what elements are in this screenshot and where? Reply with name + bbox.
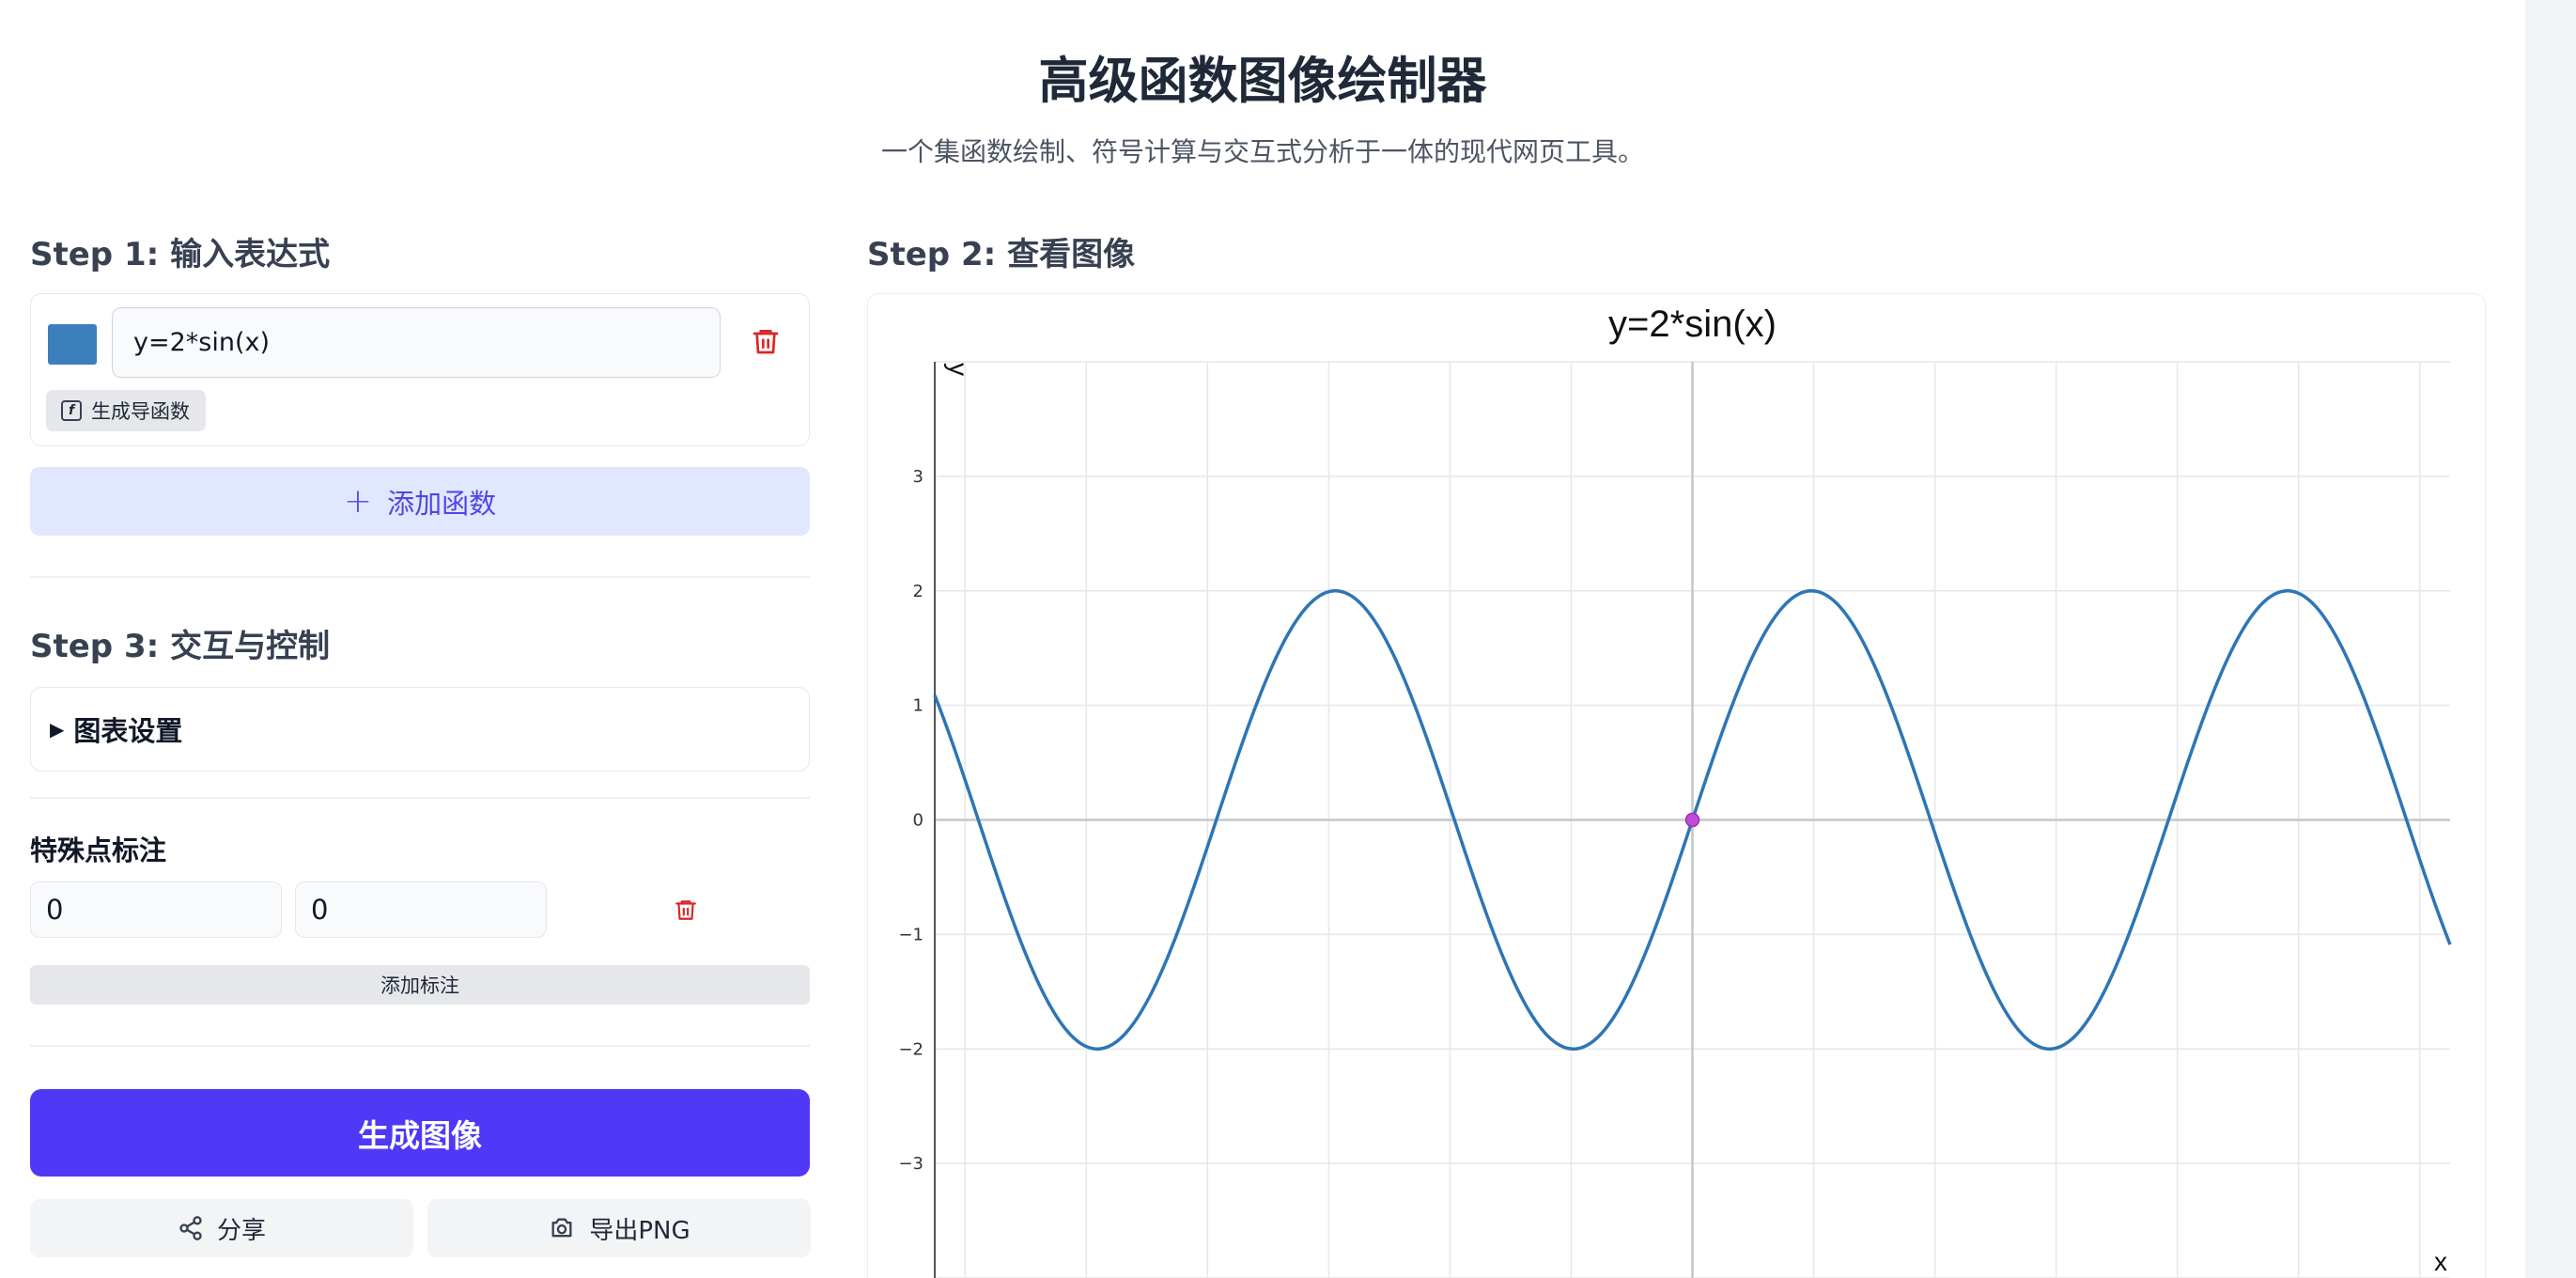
add-function-button[interactable]: + 添加函数	[30, 467, 810, 536]
step1-heading: Step 1: 输入表达式	[30, 236, 331, 273]
chart-title: y=2*sin(x)	[1608, 304, 1777, 345]
camera-icon	[551, 1218, 572, 1238]
export-png-label: 导出PNG	[589, 1216, 691, 1245]
share-button[interactable]: 分享	[30, 1199, 413, 1257]
expression-input[interactable]	[112, 307, 721, 378]
function-icon: f	[61, 400, 82, 421]
annotation-marker	[1684, 812, 1700, 828]
y-tick-label: 3	[913, 467, 923, 487]
y-tick-label: 1	[913, 696, 923, 716]
y-tick-label: −1	[898, 925, 923, 944]
generate-button[interactable]: 生成图像	[30, 1089, 810, 1177]
point-y-input[interactable]	[295, 881, 547, 938]
share-label: 分享	[216, 1216, 266, 1245]
scrollbar-track[interactable]	[2525, 0, 2576, 1278]
page-title: 高级函数图像绘制器	[1038, 53, 1487, 110]
x-axis-label: x	[2434, 1247, 2447, 1276]
trash-icon	[753, 330, 779, 354]
plus-icon: +	[343, 481, 373, 521]
y-tick-label: 2	[913, 582, 923, 601]
chart-settings-label: 图表设置	[73, 715, 183, 747]
trash-icon	[675, 900, 696, 920]
chart-settings-toggle[interactable]: ▶ 图表设置	[30, 687, 810, 771]
function-color-swatch[interactable]	[48, 324, 97, 365]
y-tick-label: 0	[913, 811, 923, 831]
y-tick-label: −2	[898, 1039, 923, 1059]
divider	[30, 1045, 810, 1047]
derivative-button-label: 生成导函数	[91, 400, 190, 423]
step3-heading: Step 3: 交互与控制	[30, 628, 331, 665]
delete-annotation-button[interactable]	[667, 893, 705, 927]
divider	[30, 576, 810, 578]
add-function-label: 添加函数	[387, 487, 497, 520]
step2-heading: Step 2: 查看图像	[867, 236, 1136, 273]
derivative-button[interactable]: f 生成导函数	[46, 390, 206, 431]
point-x-input[interactable]	[30, 881, 282, 938]
page-subtitle: 一个集函数绘制、符号计算与交互式分析于一体的现代网页工具。	[880, 136, 1644, 167]
function-card: f 生成导函数	[30, 293, 810, 446]
export-png-button[interactable]: 导出PNG	[427, 1199, 811, 1257]
annotation-section-label: 特殊点标注	[30, 834, 167, 866]
add-annotation-button[interactable]: 添加标注	[30, 965, 810, 1005]
divider	[30, 797, 810, 799]
y-axis-label: y	[944, 363, 973, 376]
share-icon	[179, 1216, 202, 1240]
disclosure-triangle-icon: ▶	[50, 718, 65, 740]
function-chart[interactable]: 3 2 1 0 −1 −2 −3 y=2*sin(x) y x	[867, 293, 2486, 1278]
y-tick-label: −3	[898, 1154, 923, 1174]
delete-function-button[interactable]	[745, 320, 786, 362]
